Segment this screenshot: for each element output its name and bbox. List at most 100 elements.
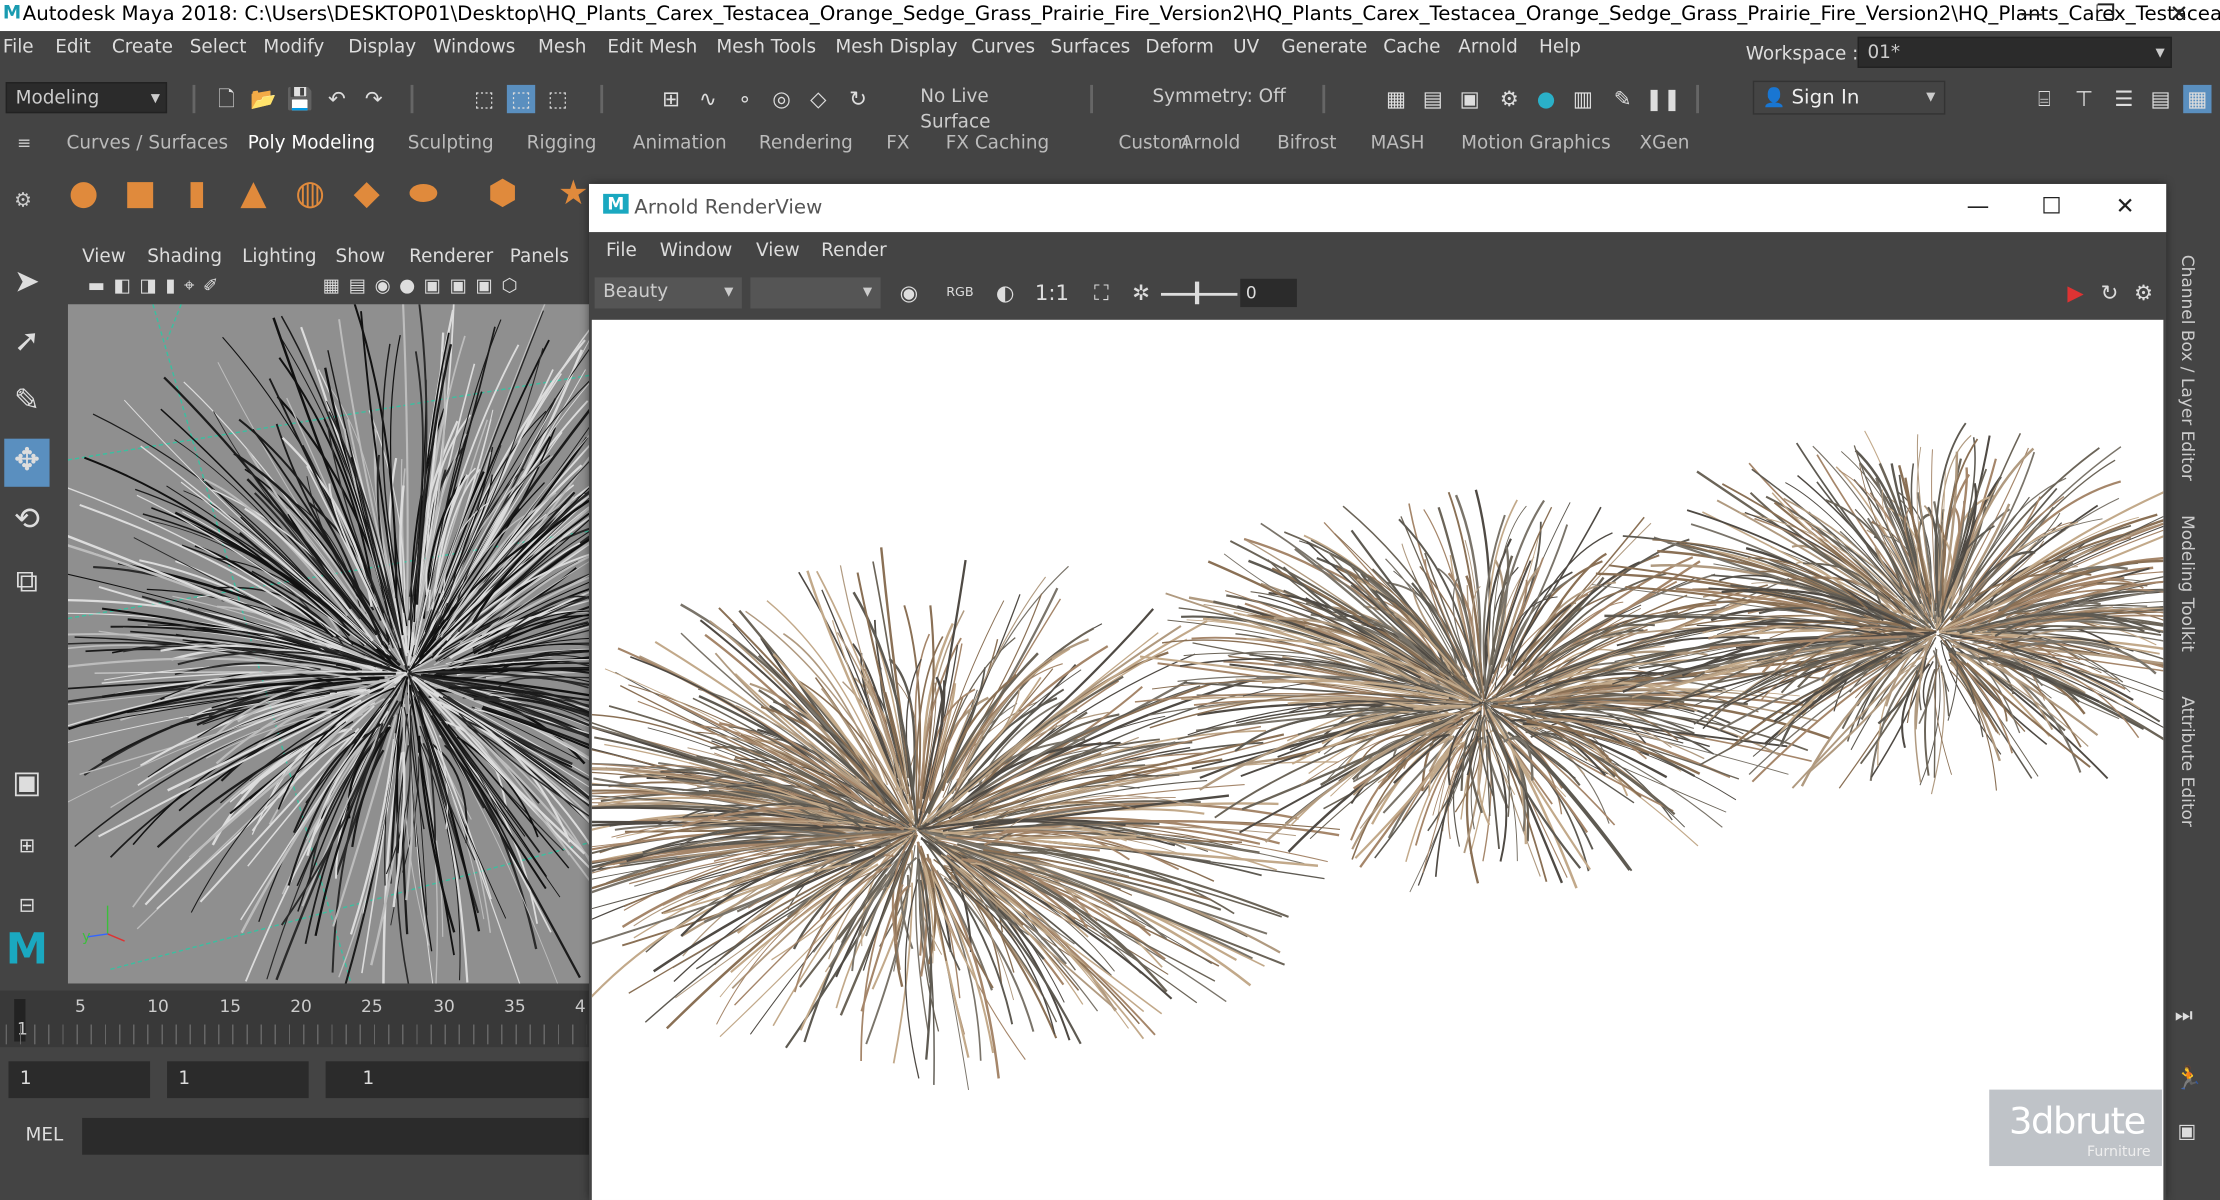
exposure-icon[interactable]: ✲ [1127,279,1155,307]
hypershade-icon[interactable]: ● [1532,85,1560,113]
modeling-toolkit-icon[interactable]: ⌸ [2030,85,2058,113]
camera-dropdown[interactable]: ▾ [750,277,881,309]
menu-arnold[interactable]: Arnold [1458,37,1518,58]
tab-modeling-toolkit[interactable]: Modeling Toolkit [2178,515,2198,652]
poly-platonic-icon[interactable]: ⬢ [481,173,523,215]
sign-in-button[interactable]: 👤 Sign In ▾ [1752,80,1946,115]
mel-input[interactable] [82,1117,592,1155]
menu-mesh-display[interactable]: Mesh Display [835,37,957,58]
menu-help[interactable]: Help [1539,37,1581,58]
layout-four-icon[interactable]: ⊞ [4,824,49,872]
move-tool-icon[interactable]: ✥ [4,438,50,487]
start-frame-field[interactable]: 1 [8,1061,151,1099]
viewport-menu-shading[interactable]: Shading [147,246,222,267]
range-start-field[interactable]: 1 [167,1061,309,1099]
save-scene-icon[interactable]: 💾 [286,85,314,113]
exposure-field[interactable]: 0 [1240,278,1297,308]
snap-point-icon[interactable]: ∘ [731,85,759,113]
mode-dropdown[interactable]: Modeling ▾ [5,82,168,114]
maximize-button[interactable]: ❐ [2073,0,2138,31]
shelf-tab-fx-caching[interactable]: FX Caching [946,133,1049,154]
shelf-tab-fx[interactable]: FX [886,133,909,154]
shelf-tab-rigging[interactable]: Rigging [527,133,597,154]
poly-cone-icon[interactable]: ▲ [232,173,274,215]
renderview-minimize-button[interactable]: — [1945,192,2010,223]
rotate-tool-icon[interactable]: ⟲ [4,498,49,546]
exposure-handle[interactable] [1194,281,1200,305]
open-scene-icon[interactable]: 📂 [249,85,277,113]
menu-uv[interactable]: UV [1233,37,1259,58]
snap-grid-icon[interactable]: ⊞ [657,85,685,113]
tab-attribute-editor[interactable]: Attribute Editor [2178,696,2198,827]
menu-select[interactable]: Select [190,37,247,58]
render-settings-icon[interactable]: ⚙ [1495,85,1523,113]
snap-live-icon[interactable]: ↻ [844,85,872,113]
render-setup-icon[interactable]: ▥ [1569,85,1597,113]
tab-channel-box[interactable]: Channel Box / Layer Editor [2178,255,2198,481]
workspace-dropdown[interactable]: 01* ▾ [1857,36,2172,68]
select-tool-icon[interactable]: ➤ [4,260,49,308]
display-mode-icons[interactable]: ▦▤◉●▣▣▣⬡ [323,276,526,297]
snap-view-icon[interactable]: ◎ [767,85,795,113]
menu-windows[interactable]: Windows [433,37,515,58]
shelf-tab-poly-modeling[interactable]: Poly Modeling [248,133,375,154]
minimize-button[interactable]: — [1999,0,2064,31]
menu-mesh[interactable]: Mesh [538,37,586,58]
render-play-icon[interactable]: ▶ [2061,279,2089,307]
shelf-tab-custom[interactable]: Custom [1118,133,1189,154]
rgb-channel-icon[interactable]: RGB [946,279,974,307]
lasso-tool-icon[interactable]: ➚ [4,320,49,368]
menu-display[interactable]: Display [348,37,416,58]
viewport-menu-show[interactable]: Show [336,246,386,267]
shelf-tab-xgen[interactable]: XGen [1640,133,1690,154]
perspective-viewport[interactable]: y [67,304,592,984]
contrast-icon[interactable]: ◐ [991,279,1019,307]
attribute-editor-icon[interactable]: ⊤ [2070,85,2098,113]
select-component-icon[interactable]: ⬚ [544,85,572,113]
menu-mesh-tools[interactable]: Mesh Tools [716,37,816,58]
render-sequence-icon[interactable]: ▤ [1419,85,1447,113]
refresh-icon[interactable]: ↻ [2095,279,2123,307]
snap-surface-icon[interactable]: ◇ [804,85,832,113]
character-icon[interactable]: 🏃 [2175,1064,2203,1091]
display-settings-icon[interactable]: ◉ [895,279,923,307]
shelf-tab-animation[interactable]: Animation [633,133,727,154]
shelf-tab-bifrost[interactable]: Bifrost [1277,133,1336,154]
layout-icon[interactable]: ▦ [2183,84,2212,114]
poly-plane-icon[interactable]: ◆ [345,173,387,215]
viewport-menu-panels[interactable]: Panels [510,246,569,267]
rv-menu-render[interactable]: Render [821,241,887,262]
light-editor-icon[interactable]: ✎ [1608,85,1636,113]
layout-two-icon[interactable]: ⊟ [4,883,49,931]
symmetry-field[interactable]: Symmetry: Off [1143,82,1306,114]
shelf-menu-icon[interactable]: ≡ [17,133,31,153]
shelf-settings-icon[interactable]: ⚙ [14,190,32,213]
layout-single-icon[interactable]: ▣ [4,761,49,809]
shelf-tab-motion-graphics[interactable]: Motion Graphics [1461,133,1611,154]
shelf-tab-rendering[interactable]: Rendering [759,133,853,154]
rv-menu-file[interactable]: File [606,241,637,262]
viewport-menu-renderer[interactable]: Renderer [409,246,493,267]
poly-torus-icon[interactable]: ◍ [289,173,331,215]
viewport-menu-lighting[interactable]: Lighting [242,246,316,267]
menu-curves[interactable]: Curves [971,37,1035,58]
menu-surfaces[interactable]: Surfaces [1051,37,1131,58]
poly-sphere-icon[interactable]: ● [62,173,104,215]
ipr-render-icon[interactable]: ▣ [1455,85,1483,113]
shelf-tab-mash[interactable]: MASH [1371,133,1425,154]
camera-icons[interactable]: ▬◧◨▮⌖✐ [88,276,227,297]
settings-gear-icon[interactable]: ⚙ [2129,279,2157,307]
renderview-close-button[interactable]: ✕ [2093,192,2158,223]
poly-disc-icon[interactable]: ⬬ [402,173,444,215]
menu-create[interactable]: Create [112,37,173,58]
pause-icon[interactable]: ❚❚ [1645,85,1681,113]
viewport-menu-view[interactable]: View [82,246,126,267]
rv-menu-window[interactable]: Window [660,241,733,262]
play-forward-icon[interactable]: ⏭ [2175,1005,2193,1028]
channel-box-icon[interactable]: ▤ [2146,85,2174,113]
rv-menu-view[interactable]: View [756,241,800,262]
close-button[interactable]: ✕ [2146,0,2211,31]
zoom-ratio[interactable]: 1:1 [1034,279,1071,307]
menu-file[interactable]: File [3,37,34,58]
script-editor-icon[interactable]: ▣ [2178,1121,2197,1144]
